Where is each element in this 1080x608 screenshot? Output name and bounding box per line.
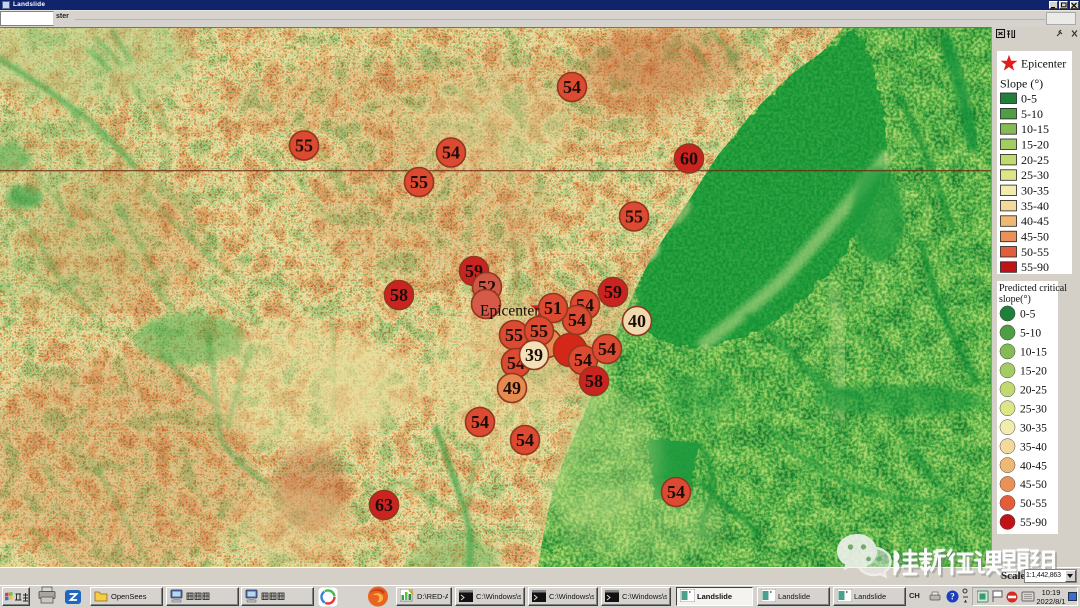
svg-text:55: 55 (295, 136, 313, 156)
svg-text:?: ? (950, 592, 955, 602)
svg-text:55: 55 (625, 207, 643, 227)
svg-text:Epicenter: Epicenter (1021, 57, 1066, 71)
svg-text:54: 54 (568, 310, 586, 330)
svg-text:35-40: 35-40 (1021, 199, 1049, 213)
svg-text:30-35: 30-35 (1020, 422, 1047, 434)
svg-text:10-15: 10-15 (1020, 347, 1047, 359)
svg-text:39: 39 (525, 345, 543, 365)
svg-text:54: 54 (516, 430, 534, 450)
svg-text:40-45: 40-45 (1020, 460, 1047, 472)
svg-text:20-25: 20-25 (1020, 385, 1047, 397)
svg-text:54: 54 (442, 143, 460, 163)
svg-text:25-30: 25-30 (1020, 403, 1047, 415)
svg-text:55: 55 (530, 321, 548, 341)
svg-text:55: 55 (505, 325, 523, 345)
svg-text:45-50: 45-50 (1020, 479, 1047, 491)
svg-text:25-30: 25-30 (1021, 168, 1049, 182)
svg-text:5-10: 5-10 (1020, 328, 1041, 340)
svg-text:Slope (°): Slope (°) (1000, 77, 1043, 91)
svg-text:54: 54 (667, 482, 685, 502)
svg-text:55: 55 (410, 172, 428, 192)
svg-text:0-5: 0-5 (1021, 91, 1037, 105)
svg-text:5-10: 5-10 (1021, 107, 1043, 121)
svg-text:15-20: 15-20 (1020, 366, 1047, 378)
svg-text:58: 58 (390, 285, 408, 305)
svg-text:55-90: 55-90 (1020, 517, 1047, 529)
svg-text:0-5: 0-5 (1020, 309, 1036, 321)
svg-text:63: 63 (375, 495, 393, 515)
svg-text:50-55: 50-55 (1021, 245, 1049, 259)
svg-text:58: 58 (585, 371, 603, 391)
svg-text:54: 54 (563, 77, 581, 97)
svg-text:Epicenter: Epicenter (480, 303, 540, 320)
svg-text:59: 59 (604, 282, 622, 302)
svg-text:50-55: 50-55 (1020, 498, 1047, 510)
svg-text:45-50: 45-50 (1021, 230, 1049, 244)
svg-text:54: 54 (471, 412, 489, 432)
svg-text:40-45: 40-45 (1021, 214, 1049, 228)
svg-text:40: 40 (628, 311, 646, 331)
svg-text:Predicted critical: Predicted critical (999, 283, 1067, 294)
svg-text:51: 51 (544, 298, 562, 318)
svg-text:55-90: 55-90 (1021, 260, 1049, 274)
svg-text:35-40: 35-40 (1020, 441, 1047, 453)
svg-text:30-35: 30-35 (1021, 184, 1049, 198)
svg-text:49: 49 (503, 378, 521, 398)
svg-text:slope(°): slope(°) (999, 294, 1031, 305)
svg-text:15-20: 15-20 (1021, 138, 1049, 152)
svg-text:10-15: 10-15 (1021, 122, 1049, 136)
svg-text:54: 54 (598, 339, 616, 359)
svg-text:60: 60 (680, 149, 698, 169)
svg-text:20-25: 20-25 (1021, 153, 1049, 167)
